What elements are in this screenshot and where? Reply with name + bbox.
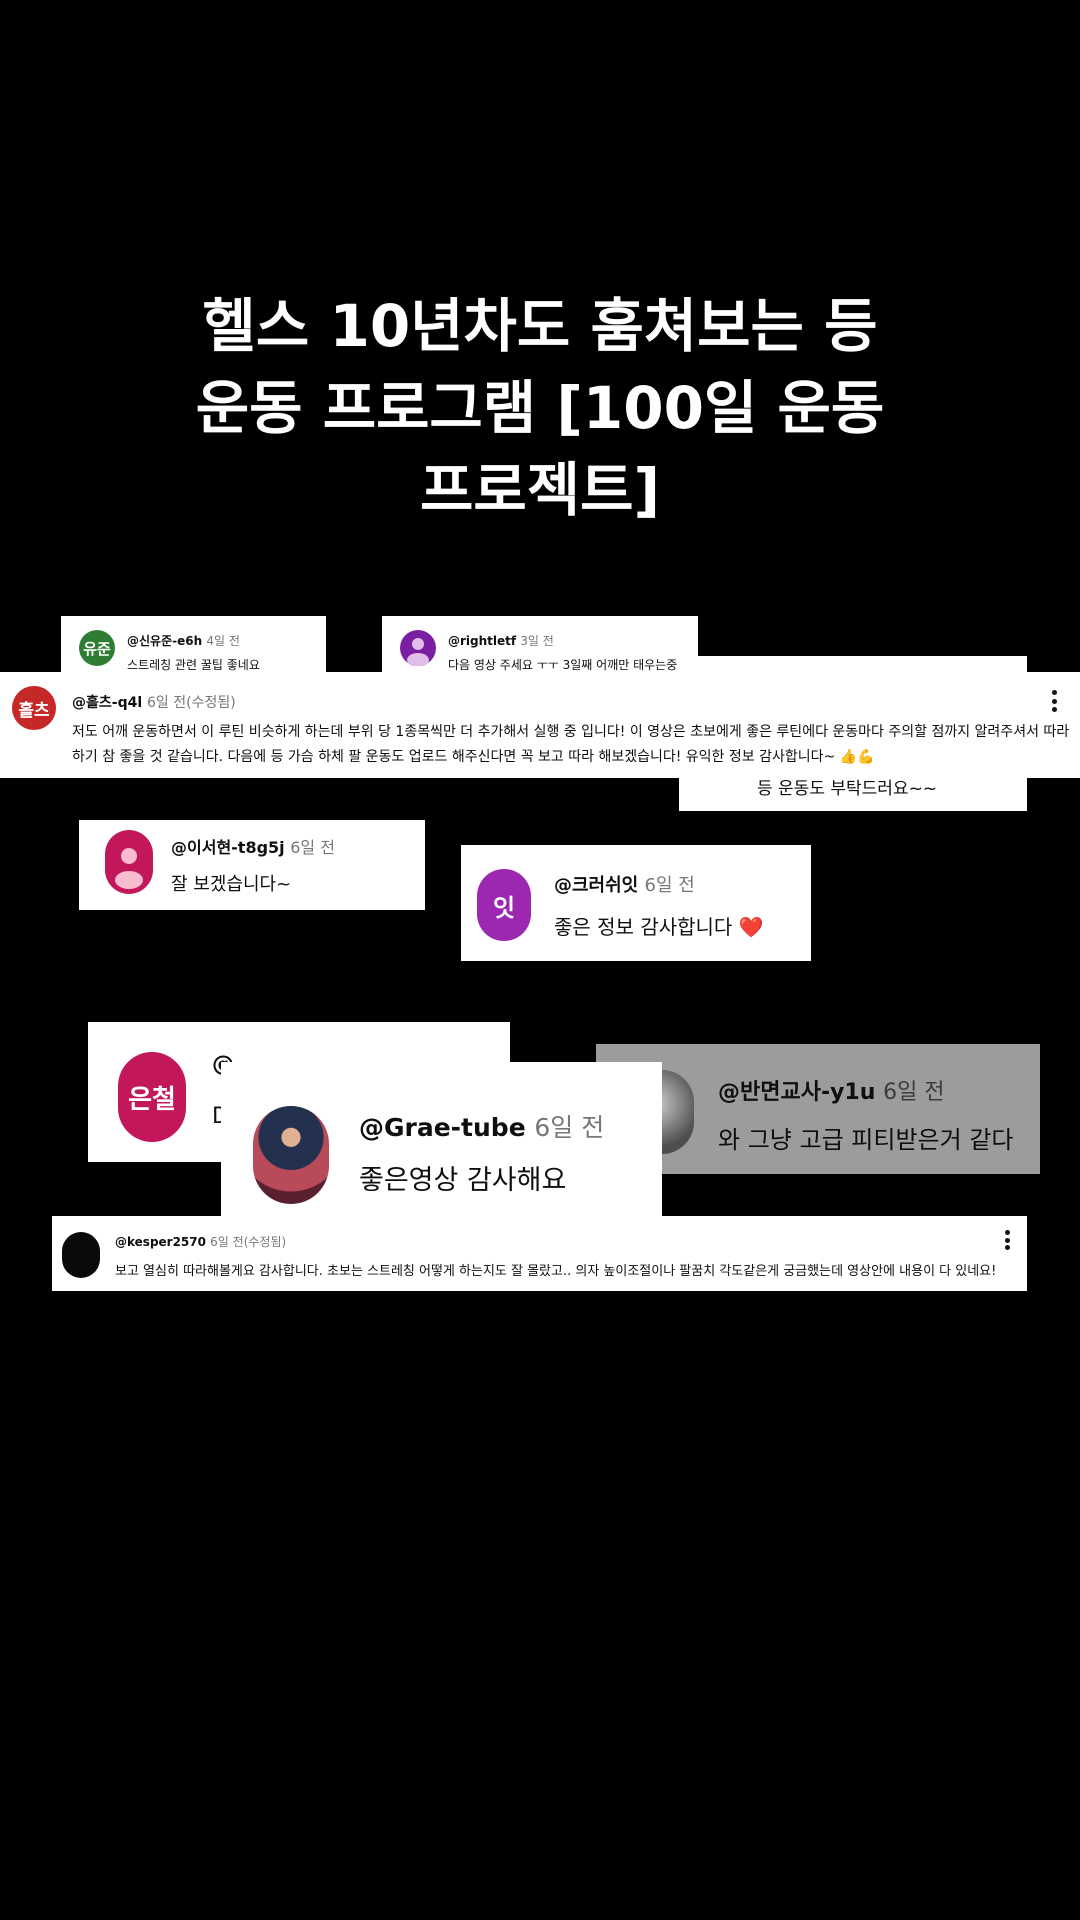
avatar [400,630,436,666]
comment-card-rightletf: @rightletf 3일 전 다음 영상 주세요 ㅜㅜ 3일째 어깨만 태우는… [382,616,698,678]
author-name[interactable]: @반면교사-y1u [718,1080,875,1105]
comment-time: 6일 전 [534,1113,605,1142]
comment-time: 4일 전 [206,634,240,648]
more-options-icon[interactable] [1003,1230,1011,1250]
author-name[interactable]: @크러쉬잇 [554,875,638,896]
author-name[interactable]: @kesper2570 [115,1235,206,1249]
comment-author[interactable]: @kesper2570 6일 전(수정됨) [115,1233,286,1250]
comment-card-leeseohyun: @이서현-t8g5j 6일 전 잘 보겠습니다~ [79,820,425,910]
comment-text: 잘 보겠습니다~ [171,874,292,895]
comment-author[interactable]: @rightletf 3일 전 [448,632,554,649]
title-line-1: 헬스 10년차도 훔쳐보는 등 [202,292,878,360]
video-title: 헬스 10년차도 훔쳐보는 등 운동 프로그램 [100일 운동 프로젝트] [0,285,1080,531]
author-name[interactable]: @신유준-e6h [127,634,202,648]
comment-author[interactable]: @크러쉬잇 6일 전 [554,871,695,897]
more-options-icon[interactable] [1050,690,1058,712]
comment-text: 다음 영상 주세요 ㅜㅜ 3일째 어깨만 태우는중 [448,658,678,672]
avatar: 은철 [118,1052,186,1142]
avatar [105,830,153,894]
comment-card-kesper: @kesper2570 6일 전(수정됨) 보고 열심히 따라해볼게요 감사합니… [52,1216,1027,1291]
comment-card-crushit: 잇 @크러쉬잇 6일 전 좋은 정보 감사합니다 ❤️ [461,845,811,961]
person-icon [115,848,143,889]
comment-time: 3일 전 [520,634,554,648]
comment-time: 6일 전 [644,875,695,896]
author-name[interactable]: @이서현-t8g5j [171,838,285,857]
comment-card-sinyujun: 유준 @신유준-e6h 4일 전 스트레칭 관련 꿀팁 좋네요 [61,616,326,678]
comment-author[interactable]: @이서현-t8g5j 6일 전 [171,834,335,858]
comment-time: 6일 전(수정됨) [210,1235,287,1249]
comment-card-holz: 홀츠 @홀츠-q4l 6일 전(수정됨) 저도 어깨 운동하면서 이 루틴 비슷… [0,672,1080,778]
comment-text: 스트레칭 관련 꿀팁 좋네요 [127,658,260,672]
avatar [253,1106,329,1204]
comment-author[interactable]: @홀츠-q4l 6일 전(수정됨) [72,692,236,712]
avatar [62,1232,100,1278]
title-line-3: 프로젝트] [420,456,660,524]
comment-text: 와 그냥 고급 피티받은거 같다 [718,1126,1014,1154]
avatar: 잇 [477,869,531,941]
comment-time: 6일 전 [883,1080,945,1105]
comment-author[interactable]: @신유준-e6h 4일 전 [127,632,240,649]
comment-time: 6일 전(수정됨) [147,695,236,711]
comment-text: 좋은 정보 감사합니다 ❤️ [554,915,764,939]
comment-author[interactable]: @반면교사-y1u 6일 전 [718,1074,945,1106]
comment-card-banmyeon: @반면교사-y1u 6일 전 와 그냥 고급 피티받은거 같다 [596,1044,1040,1174]
comment-author[interactable]: @Grae-tube 6일 전 [359,1108,604,1144]
author-name[interactable]: @rightletf [448,634,516,648]
comment-text: 저도 어깨 운동하면서 이 루틴 비슷하게 하는데 부위 당 1종목씩만 더 추… [72,724,1070,765]
comment-text: 보고 열심히 따라해볼게요 감사합니다. 초보는 스트레칭 어떻게 하는지도 잘… [115,1264,997,1279]
comment-time: 6일 전 [290,838,335,857]
avatar: 홀츠 [12,686,56,730]
comment-text: 좋은영상 감사해요 [359,1165,567,1196]
title-line-2: 운동 프로그램 [100일 운동 [195,374,885,442]
author-name[interactable]: @홀츠-q4l [72,695,142,711]
avatar: 유준 [79,630,115,666]
person-icon [407,638,429,666]
comment-card-graetube: @Grae-tube 6일 전 좋은영상 감사해요 [221,1062,662,1216]
author-name[interactable]: @Grae-tube [359,1113,526,1142]
